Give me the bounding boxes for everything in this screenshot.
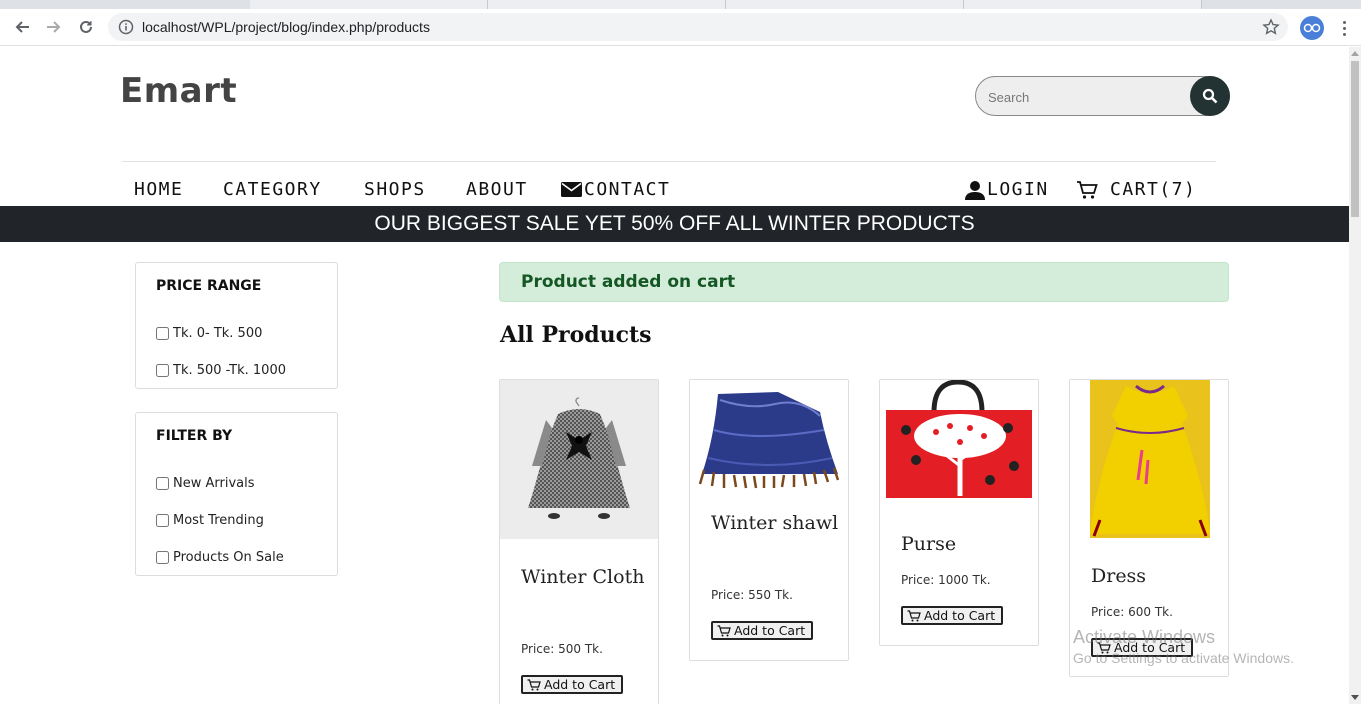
info-icon[interactable]: [118, 19, 134, 35]
arrow-left-icon: [15, 21, 29, 33]
nav-login-label: LOGIN: [987, 179, 1049, 200]
nav-cart-label: CART(7): [1110, 179, 1197, 200]
profile-avatar-icon[interactable]: [1300, 16, 1324, 40]
price-option[interactable]: Tk. 500 -Tk. 1000: [156, 363, 286, 378]
price-range-panel: PRICE RANGE Tk. 0- Tk. 500 Tk. 500 -Tk. …: [135, 262, 338, 389]
filter-option-label: Products On Sale: [173, 550, 284, 565]
browser-tab[interactable]: [726, 0, 964, 9]
cart-icon: [717, 624, 731, 636]
search-icon: [1202, 88, 1218, 104]
nav-category[interactable]: CATEGORY: [223, 179, 322, 200]
browser-toolbar: localhost/WPL/project/blog/index.php/pro…: [0, 9, 1361, 46]
address-bar[interactable]: localhost/WPL/project/blog/index.php/pro…: [108, 13, 1288, 41]
price-checkbox[interactable]: [156, 327, 169, 340]
sale-banner: OUR BIGGEST SALE YET 50% OFF ALL WINTER …: [0, 206, 1349, 242]
user-icon: [965, 180, 985, 200]
browser-tab-strip: [0, 0, 1361, 9]
search-button[interactable]: [1190, 76, 1230, 116]
product-card: Winter Cloth Price: 500 Tk. Add to Cart: [499, 379, 659, 704]
cart-icon: [527, 678, 541, 690]
reload-button[interactable]: [74, 15, 98, 39]
search-box: [975, 76, 1230, 116]
nav-about[interactable]: ABOUT: [466, 179, 528, 200]
product-image[interactable]: [1070, 380, 1228, 538]
add-to-cart-label: Add to Cart: [924, 608, 996, 623]
filter-by-panel: FILTER BY New Arrivals Most Trending Pro…: [135, 412, 338, 576]
product-name[interactable]: Dress: [1091, 558, 1221, 594]
filter-option-label: Most Trending: [173, 513, 264, 528]
browser-tab[interactable]: [488, 0, 726, 9]
url-text[interactable]: localhost/WPL/project/blog/index.php/pro…: [142, 19, 430, 35]
product-name[interactable]: Purse: [901, 526, 1031, 562]
nav-login[interactable]: LOGIN: [965, 179, 1049, 200]
nav-category-label: CATEGORY: [223, 179, 322, 200]
nav-shops-label: SHOPS: [364, 179, 426, 200]
filter-checkbox[interactable]: [156, 514, 169, 527]
nav-contact[interactable]: CONTACT: [561, 179, 670, 200]
product-image[interactable]: [500, 380, 658, 539]
browser-menu-icon[interactable]: [1336, 17, 1352, 39]
page-scrollbar[interactable]: [1349, 47, 1361, 704]
scroll-up-arrow-icon[interactable]: [1351, 51, 1359, 56]
add-to-cart-label: Add to Cart: [734, 623, 806, 638]
add-to-cart-button[interactable]: Add to Cart: [901, 606, 1004, 625]
filter-by-title: FILTER BY: [156, 428, 233, 444]
activate-windows-watermark: Activate Windows Go to Settings to activ…: [1073, 627, 1294, 666]
nav-shops[interactable]: SHOPS: [364, 179, 426, 200]
price-option-label: Tk. 0- Tk. 500: [173, 326, 263, 341]
nav-about-label: ABOUT: [466, 179, 528, 200]
nav-contact-label: CONTACT: [584, 179, 671, 200]
product-card: Winter shawl Price: 550 Tk. Add to Cart: [689, 379, 849, 661]
filter-option-label: New Arrivals: [173, 476, 255, 491]
nav-cart[interactable]: CART(7): [1076, 179, 1196, 200]
search-input[interactable]: [988, 86, 1178, 108]
bookmark-star-icon[interactable]: [1262, 18, 1280, 36]
product-card: Purse Price: 1000 Tk. Add to Cart: [879, 379, 1039, 646]
cart-icon: [1077, 180, 1098, 199]
scroll-down-arrow-icon[interactable]: [1351, 695, 1359, 700]
back-button[interactable]: [10, 15, 34, 39]
price-option-label: Tk. 500 -Tk. 1000: [173, 363, 286, 378]
forward-button[interactable]: [42, 15, 66, 39]
browser-tab[interactable]: [964, 0, 1202, 9]
page-viewport: Emart HOME CATEGORY SHOPS ABOUT CONTACT …: [0, 47, 1349, 704]
site-logo[interactable]: Emart: [120, 71, 237, 111]
product-price: Price: 1000 Tk.: [901, 573, 991, 587]
filter-option[interactable]: Products On Sale: [156, 550, 284, 565]
price-checkbox[interactable]: [156, 364, 169, 377]
add-to-cart-button[interactable]: Add to Cart: [711, 621, 814, 640]
main-nav: HOME CATEGORY SHOPS ABOUT CONTACT LOGIN …: [0, 175, 1349, 205]
browser-tab[interactable]: [250, 0, 488, 9]
price-option[interactable]: Tk. 0- Tk. 500: [156, 326, 262, 341]
product-price: Price: 600 Tk.: [1091, 605, 1173, 619]
nav-home[interactable]: HOME: [134, 179, 183, 200]
add-to-cart-button[interactable]: Add to Cart: [521, 675, 624, 694]
success-alert: Product added on cart: [499, 262, 1229, 302]
price-range-title: PRICE RANGE: [156, 278, 262, 294]
section-title: All Products: [500, 322, 652, 348]
reload-icon: [80, 20, 92, 33]
product-image[interactable]: [880, 379, 1038, 504]
arrow-right-icon: [47, 21, 61, 33]
scrollbar-thumb[interactable]: [1351, 61, 1359, 217]
envelope-icon: [561, 182, 582, 197]
nav-home-label: HOME: [134, 179, 184, 200]
filter-checkbox[interactable]: [156, 477, 169, 490]
header-divider: [122, 161, 1216, 162]
filter-option[interactable]: New Arrivals: [156, 476, 255, 491]
product-name[interactable]: Winter shawl: [711, 505, 841, 541]
watermark-subtitle: Go to Settings to activate Windows.: [1073, 650, 1294, 666]
add-to-cart-label: Add to Cart: [544, 677, 616, 692]
product-price: Price: 550 Tk.: [711, 588, 793, 602]
product-price: Price: 500 Tk.: [521, 642, 603, 656]
product-name[interactable]: Winter Cloth: [521, 559, 651, 595]
filter-option[interactable]: Most Trending: [156, 513, 264, 528]
cart-icon: [907, 609, 921, 621]
filter-checkbox[interactable]: [156, 551, 169, 564]
product-image[interactable]: [690, 380, 848, 490]
watermark-title: Activate Windows: [1073, 627, 1216, 647]
